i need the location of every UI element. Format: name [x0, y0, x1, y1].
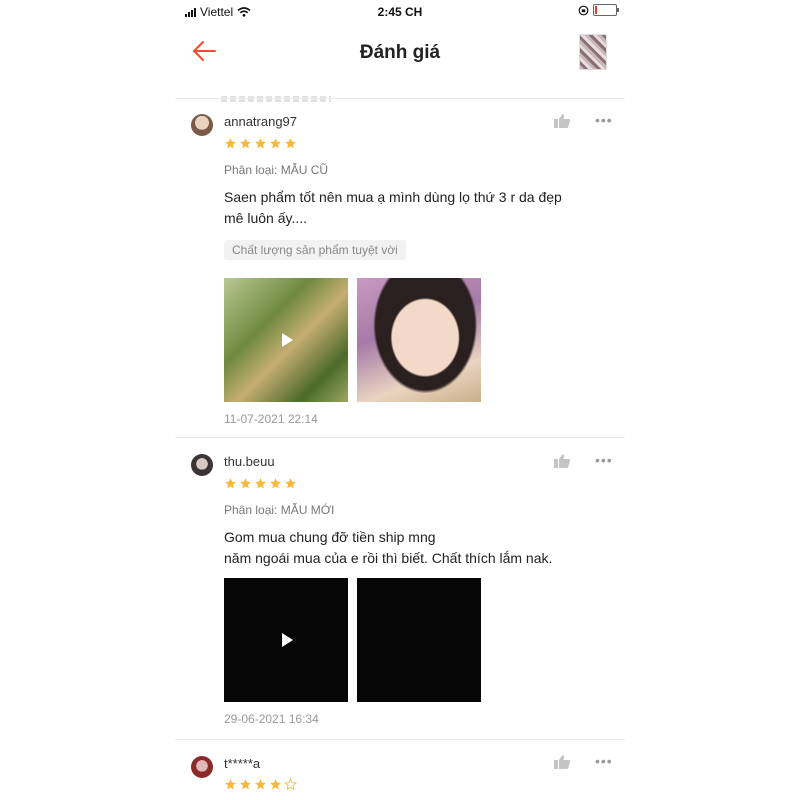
star-empty-icon: [284, 778, 297, 791]
star-icon: [240, 478, 251, 489]
avatar[interactable]: [191, 114, 213, 136]
star-icon: [240, 779, 251, 790]
star-icon: [285, 478, 296, 489]
product-thumbnail[interactable]: [579, 34, 607, 70]
reviewer-name[interactable]: annatrang97: [224, 114, 297, 129]
phone-screen: Viettel 2:45 CH Đánh giá annatrang97 •••…: [175, 0, 625, 800]
star-icon: [225, 779, 236, 790]
variant-label: Phân loại: MẪU MỚI: [224, 503, 335, 517]
reviewer-name[interactable]: thu.beuu: [224, 454, 275, 469]
thumbs-up-icon[interactable]: [553, 113, 571, 129]
play-icon: [282, 333, 293, 347]
review-text: Gom mua chung đỡ tiền ship mng năm ngoái…: [224, 527, 604, 569]
review-photo[interactable]: [357, 278, 481, 402]
star-icon: [270, 779, 281, 790]
review-video[interactable]: [224, 578, 348, 702]
review-text-line: mê luôn ấy....: [224, 210, 308, 226]
star-icon: [255, 478, 266, 489]
star-icon: [255, 779, 266, 790]
battery-icon: [593, 4, 619, 16]
more-options-icon[interactable]: •••: [595, 113, 613, 127]
review-photo[interactable]: [357, 578, 481, 702]
review-item: thu.beuu ••• Phân loại: MẪU MỚI Gom mua …: [175, 438, 625, 738]
star-icon: [270, 478, 281, 489]
review-video[interactable]: [224, 278, 348, 402]
star-rating: [224, 477, 297, 490]
more-options-icon[interactable]: •••: [595, 453, 613, 467]
battery-level: [595, 6, 597, 14]
avatar[interactable]: [191, 454, 213, 476]
review-text-line: năm ngoái mua của e rồi thì biết. Chất t…: [224, 550, 553, 566]
orientation-lock-icon: [578, 5, 589, 15]
thumbs-up-icon[interactable]: [553, 453, 571, 469]
review-tag[interactable]: Chất lượng sản phẩm tuyệt vời: [224, 240, 406, 260]
star-icon: [255, 138, 266, 149]
status-bar: Viettel 2:45 CH: [175, 0, 625, 24]
more-options-icon[interactable]: •••: [595, 754, 613, 768]
status-right: [578, 4, 619, 16]
star-icon: [270, 138, 281, 149]
star-icon: [225, 478, 236, 489]
review-item: annatrang97 ••• Phân loại: MẪU CŨ Saen p…: [175, 99, 625, 437]
play-icon: [282, 633, 293, 647]
clock: 2:45 CH: [377, 5, 423, 19]
review-item: t*****a •••: [175, 740, 625, 800]
review-text: Saen phẩm tốt nên mua ạ mình dùng lọ thứ…: [224, 187, 604, 229]
review-date: 11-07-2021 22:14: [224, 412, 318, 426]
star-rating: [224, 778, 297, 791]
avatar[interactable]: [191, 756, 213, 778]
review-text-line: Gom mua chung đỡ tiền ship mng: [224, 529, 436, 545]
star-icon: [225, 138, 236, 149]
review-text-line: Saen phẩm tốt nên mua ạ mình dùng lọ thứ…: [224, 189, 562, 205]
variant-label: Phân loại: MẪU CŨ: [224, 163, 329, 177]
star-rating: [224, 137, 297, 150]
app-header: Đánh giá: [175, 24, 625, 102]
thumbs-up-icon[interactable]: [553, 754, 571, 770]
reviewer-name[interactable]: t*****a: [224, 756, 260, 771]
review-date: 29-06-2021 16:34: [224, 712, 319, 726]
star-icon: [240, 138, 251, 149]
star-icon: [285, 138, 296, 149]
page-title: Đánh giá: [359, 42, 441, 63]
